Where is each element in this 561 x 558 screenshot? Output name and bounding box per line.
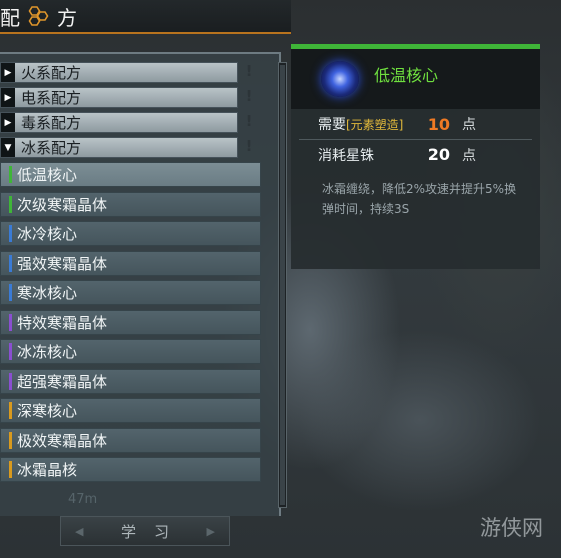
rarity-bar [9, 461, 12, 478]
category-electric[interactable]: ▶ 电系配方 [0, 87, 238, 108]
recipe-item-label: 深寒核心 [17, 402, 78, 420]
recipe-item-label: 特效寒霜晶体 [17, 313, 108, 332]
category-label: 毒系配方 [21, 114, 82, 132]
rarity-bar [9, 431, 12, 449]
require-unit: 点 [462, 117, 476, 133]
collapse-arrow-icon: ▼ [1, 138, 15, 157]
require-value: 10 [427, 114, 450, 134]
scrollbar-thumb[interactable] [280, 65, 285, 505]
category-label: 冰系配方 [21, 139, 82, 157]
category-alert-mark: ! [245, 137, 253, 155]
recipe-item-label: 冰冻核心 [17, 343, 78, 361]
recipe-item[interactable]: 次级寒霜晶体 [0, 191, 261, 217]
recipe-item-label: 低温核心 [17, 166, 78, 184]
rarity-bar [9, 166, 12, 183]
category-poison[interactable]: ▶ 毒系配方 [0, 112, 238, 133]
next-arrow-icon: ▶ [206, 524, 215, 538]
rarity-bar [9, 402, 12, 419]
detail-description: 冰霜缠绕，降低2%攻速并提升5%换弹时间，持续3S [322, 182, 517, 216]
require-row: 需要[元素塑造] 10 点 [299, 109, 532, 139]
require-label-group: 需要[元素塑造] [318, 114, 420, 134]
recipe-item[interactable]: 强效寒霜晶体 [0, 250, 261, 276]
rarity-bar [9, 195, 12, 213]
expand-arrow-icon: ▶ [1, 88, 15, 107]
expand-arrow-icon: ▶ [1, 63, 15, 82]
panel-header: 配 方 [0, 0, 291, 34]
rarity-bar [9, 284, 12, 301]
learn-button[interactable]: ◀ 学习 ▶ [60, 516, 230, 546]
recipe-item[interactable]: 深寒核心 [0, 398, 261, 423]
site-watermark: 游侠网 [480, 516, 543, 540]
rarity-bar [9, 254, 12, 272]
rarity-bar [9, 313, 12, 331]
category-fire[interactable]: ▶ 火系配方 [0, 62, 238, 83]
category-label: 火系配方 [21, 64, 82, 82]
recipe-item-label: 强效寒霜晶体 [17, 254, 108, 273]
list-scrollbar[interactable] [278, 62, 287, 508]
detail-header: 低温核心 [291, 49, 540, 109]
detail-name: 低温核心 [374, 66, 439, 85]
require-tag: [元素塑造] [346, 118, 404, 132]
category-alert-mark: ! [245, 112, 253, 130]
expand-arrow-icon: ▶ [1, 113, 15, 132]
recipe-item[interactable]: 冰冷核心 [0, 221, 261, 246]
recipe-item-label: 超强寒霜晶体 [17, 372, 108, 391]
recipe-item-label: 寒冰核心 [17, 284, 78, 302]
cost-label: 消耗星铢 [318, 147, 374, 164]
category-ice[interactable]: ▼ 冰系配方 [0, 137, 238, 158]
cost-unit: 点 [462, 147, 476, 164]
detail-stats: 需要[元素塑造] 10 点 消耗星铢 20 点 [299, 109, 532, 173]
distance-readout: 47m [68, 492, 98, 507]
recipe-item-label: 极效寒霜晶体 [17, 431, 108, 450]
recipe-item-label: 次级寒霜晶体 [17, 195, 108, 214]
cost-value: 20 [427, 145, 450, 164]
recipe-item[interactable]: 低温核心 [0, 162, 261, 187]
recipe-item[interactable]: 特效寒霜晶体 [0, 309, 261, 335]
honeycomb-icon [28, 6, 49, 26]
rarity-bar [9, 225, 12, 242]
rarity-bar [9, 372, 12, 390]
header-title-right: 方 [57, 5, 78, 30]
recipe-item[interactable]: 极效寒霜晶体 [0, 427, 261, 453]
recipe-item-label: 冰冷核心 [17, 225, 78, 243]
category-alert-mark: ! [245, 87, 253, 105]
recipe-item-label: 冰霜晶核 [17, 461, 78, 479]
recipe-detail-card: 低温核心 需要[元素塑造] 10 点 消耗星铢 20 点 冰霜缠绕，降低2%攻速… [291, 44, 540, 269]
header-title-left: 配 [0, 5, 21, 30]
rarity-bar [9, 343, 12, 360]
frost-orb-icon [321, 61, 359, 97]
prev-arrow-icon: ◀ [75, 524, 84, 538]
require-label: 需要 [318, 117, 346, 133]
recipe-item[interactable]: 寒冰核心 [0, 280, 261, 305]
recipe-item[interactable]: 冰霜晶核 [0, 457, 261, 482]
recipe-item[interactable]: 冰冻核心 [0, 339, 261, 364]
category-label: 电系配方 [21, 89, 82, 107]
category-alert-mark: ! [245, 62, 253, 80]
cost-row: 消耗星铢 20 点 [299, 139, 532, 169]
recipe-list-panel: ▶ 火系配方 ! ▶ 电系配方 ! ▶ 毒系配方 ! ▼ 冰系配方 ! 低温核心… [0, 52, 281, 516]
recipe-item[interactable]: 超强寒霜晶体 [0, 368, 261, 394]
learn-label: 学习 [120, 522, 187, 541]
